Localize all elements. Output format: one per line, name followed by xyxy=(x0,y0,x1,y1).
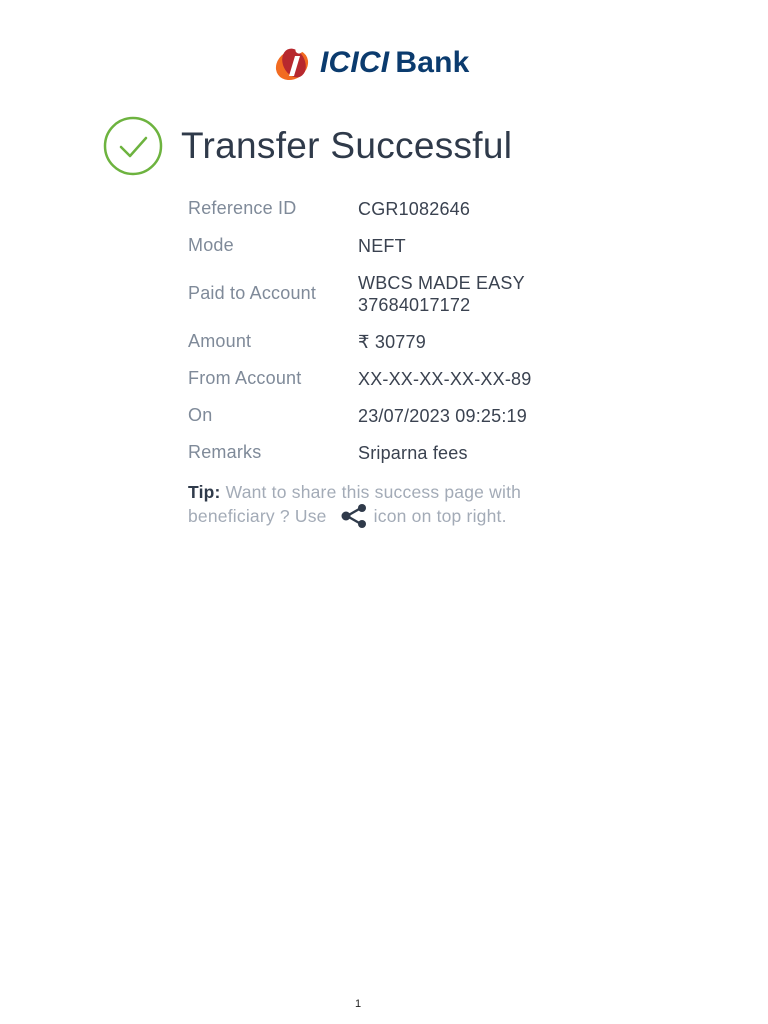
logo-wordmark: ICICI Bank xyxy=(320,46,470,80)
detail-value: NEFT xyxy=(358,235,406,257)
logo-brand-text: ICICI xyxy=(320,46,390,79)
logo-bank-text: Bank xyxy=(395,46,470,79)
detail-value-line: ₹ 30779 xyxy=(358,331,426,352)
tip-label: Tip: xyxy=(188,482,221,502)
detail-row-on: On 23/07/2023 09:25:19 xyxy=(188,397,608,434)
detail-row-amount: Amount ₹ 30779 xyxy=(188,323,608,360)
detail-value-line: Sriparna fees xyxy=(358,442,468,463)
tip-text-after: icon on top right. xyxy=(373,506,507,526)
detail-label: Mode xyxy=(188,235,234,255)
detail-value: XX-XX-XX-XX-XX-89 xyxy=(358,368,531,390)
detail-value-line: 23/07/2023 09:25:19 xyxy=(358,405,527,426)
detail-label: On xyxy=(188,405,213,425)
icici-logo-icon xyxy=(275,46,309,81)
detail-value: WBCS MADE EASY 37684017172 xyxy=(358,272,525,316)
check-circle-icon xyxy=(103,116,163,176)
detail-row-paid-to-account: Paid to Account WBCS MADE EASY 376840171… xyxy=(188,264,608,323)
icici-bank-logo: ICICI Bank xyxy=(272,38,470,88)
detail-value-line: 37684017172 xyxy=(358,294,471,315)
transfer-receipt-page: ICICI Bank Transfer Successful Reference … xyxy=(0,0,768,1024)
detail-value: Sriparna fees xyxy=(358,442,468,464)
detail-label: From Account xyxy=(188,368,302,388)
page-number: 1 xyxy=(355,998,362,1010)
status-title: Transfer Successful xyxy=(181,125,513,166)
detail-value: ₹ 30779 xyxy=(358,331,426,353)
detail-row-mode: Mode NEFT xyxy=(188,227,608,264)
detail-value-line: WBCS MADE EASY xyxy=(358,272,525,293)
detail-value: CGR1082646 xyxy=(358,198,470,220)
detail-value-line: CGR1082646 xyxy=(358,198,471,219)
transfer-status: Transfer Successful xyxy=(103,116,512,176)
detail-label: Amount xyxy=(188,331,252,351)
transfer-details: Reference ID CGR1082646 Mode NEFT Paid t… xyxy=(188,190,608,471)
detail-value: 23/07/2023 09:25:19 xyxy=(358,405,527,427)
detail-label: Reference ID xyxy=(188,198,297,218)
detail-label: Remarks xyxy=(188,442,262,462)
share-tip: Tip: Want to share this success page wit… xyxy=(188,480,588,528)
detail-row-from-account: From Account XX-XX-XX-XX-XX-89 xyxy=(188,360,608,397)
detail-value-line: NEFT xyxy=(358,235,406,256)
detail-label: Paid to Account xyxy=(188,283,317,303)
detail-row-reference-id: Reference ID CGR1082646 xyxy=(188,190,608,227)
detail-row-remarks: Remarks Sriparna fees xyxy=(188,434,608,471)
share-icon xyxy=(341,504,366,528)
detail-value-line: XX-XX-XX-XX-XX-89 xyxy=(358,368,532,389)
